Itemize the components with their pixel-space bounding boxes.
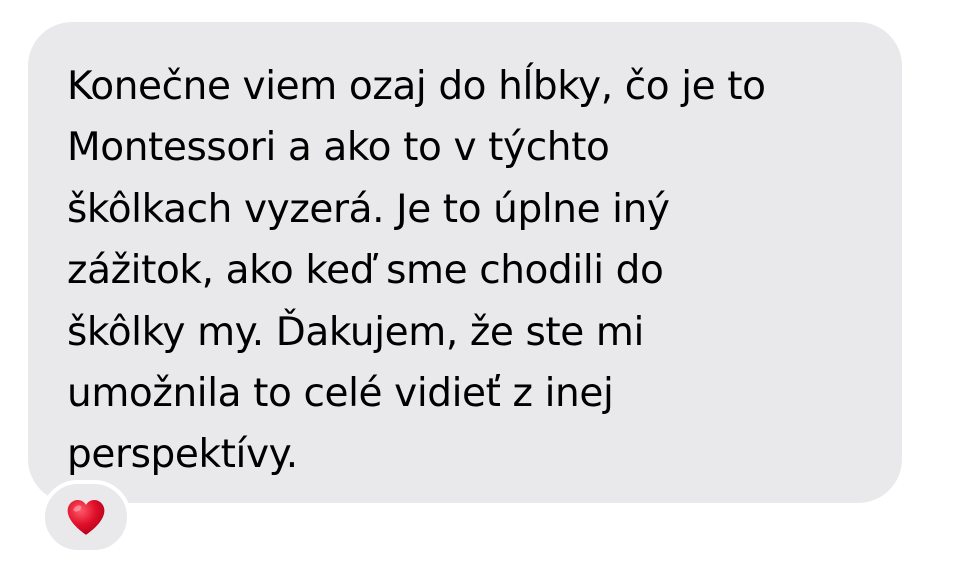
reaction-badge[interactable] xyxy=(41,480,131,554)
message-line: Montessori a ako to v týchto xyxy=(67,125,610,171)
message-text: Konečne viem ozaj do hĺbky, čo je to Mon… xyxy=(67,56,867,486)
message-line: perspektívy. xyxy=(67,432,298,478)
message-line: zážitok, ako keď sme chodili do xyxy=(67,248,664,294)
heart-icon xyxy=(67,499,105,535)
message-line: umožnila to celé vidieť z inej xyxy=(67,371,614,417)
message-line: škôlkach vyzerá. Je to úplne iný xyxy=(67,186,670,232)
message-line: Konečne viem ozaj do hĺbky, čo je to xyxy=(67,64,766,109)
conversation-view: Konečne viem ozaj do hĺbky, čo je to Mon… xyxy=(0,0,955,569)
message-line: škôlky my. Ďakujem, že ste mi xyxy=(67,309,644,355)
